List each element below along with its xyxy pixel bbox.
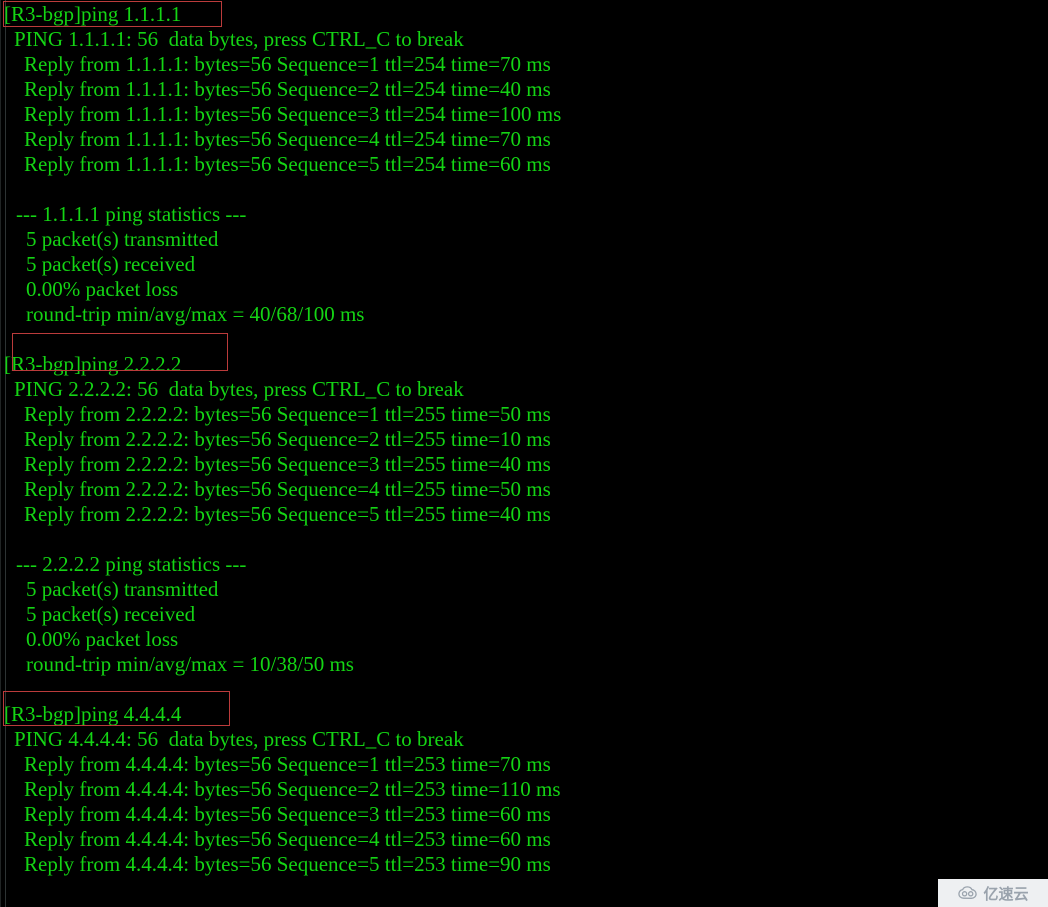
terminal-line: Reply from 2.2.2.2: bytes=56 Sequence=2 …	[24, 427, 551, 451]
terminal-line: Reply from 4.4.4.4: bytes=56 Sequence=3 …	[24, 802, 551, 826]
terminal-line: round-trip min/avg/max = 40/68/100 ms	[26, 302, 365, 326]
terminal-line: [R3-bgp]ping 2.2.2.2	[4, 352, 182, 376]
terminal-line: PING 2.2.2.2: 56 data bytes, press CTRL_…	[14, 377, 464, 401]
cloud-logo-icon	[957, 886, 979, 900]
terminal-line: Reply from 4.4.4.4: bytes=56 Sequence=5 …	[24, 852, 551, 876]
terminal-line-clipped: --- 4.4.4.4 ping statistics ---	[0, 902, 1048, 907]
terminal-line: PING 4.4.4.4: 56 data bytes, press CTRL_…	[14, 727, 464, 751]
terminal-line: Reply from 1.1.1.1: bytes=56 Sequence=4 …	[24, 127, 551, 151]
terminal-line: 5 packet(s) received	[26, 602, 196, 626]
terminal-line: 5 packet(s) transmitted	[26, 577, 219, 601]
terminal-line: Reply from 1.1.1.1: bytes=56 Sequence=1 …	[24, 52, 551, 76]
terminal-line: 0.00% packet loss	[26, 627, 179, 651]
terminal-line: round-trip min/avg/max = 10/38/50 ms	[26, 652, 354, 676]
terminal-line: 5 packet(s) transmitted	[26, 227, 219, 251]
terminal-line: PING 1.1.1.1: 56 data bytes, press CTRL_…	[14, 27, 464, 51]
terminal-line: [R3-bgp]ping 4.4.4.4	[4, 702, 182, 726]
terminal-line: Reply from 4.4.4.4: bytes=56 Sequence=4 …	[24, 827, 551, 851]
terminal-line: Reply from 1.1.1.1: bytes=56 Sequence=2 …	[24, 77, 551, 101]
terminal-line: Reply from 1.1.1.1: bytes=56 Sequence=3 …	[24, 102, 562, 126]
terminal-window: [R3-bgp]ping 1.1.1.1 PING 1.1.1.1: 56 dat…	[0, 0, 1048, 907]
terminal-line: 0.00% packet loss	[26, 277, 179, 301]
watermark: 亿速云	[938, 879, 1048, 907]
terminal-line: Reply from 2.2.2.2: bytes=56 Sequence=4 …	[24, 477, 551, 501]
terminal-line: --- 2.2.2.2 ping statistics ---	[16, 552, 247, 576]
terminal-output[interactable]: [R3-bgp]ping 1.1.1.1 PING 1.1.1.1: 56 dat…	[0, 0, 1048, 907]
watermark-text: 亿速云	[983, 884, 1029, 903]
terminal-line: [R3-bgp]ping 1.1.1.1	[4, 2, 182, 26]
terminal-line: Reply from 1.1.1.1: bytes=56 Sequence=5 …	[24, 152, 551, 176]
terminal-line: Reply from 2.2.2.2: bytes=56 Sequence=1 …	[24, 402, 551, 426]
terminal-line: 5 packet(s) received	[26, 252, 196, 276]
terminal-line: Reply from 4.4.4.4: bytes=56 Sequence=1 …	[24, 752, 551, 776]
terminal-line: --- 1.1.1.1 ping statistics ---	[16, 202, 247, 226]
terminal-line: Reply from 4.4.4.4: bytes=56 Sequence=2 …	[24, 777, 561, 801]
terminal-line: Reply from 2.2.2.2: bytes=56 Sequence=3 …	[24, 452, 551, 476]
terminal-line: Reply from 2.2.2.2: bytes=56 Sequence=5 …	[24, 502, 551, 526]
